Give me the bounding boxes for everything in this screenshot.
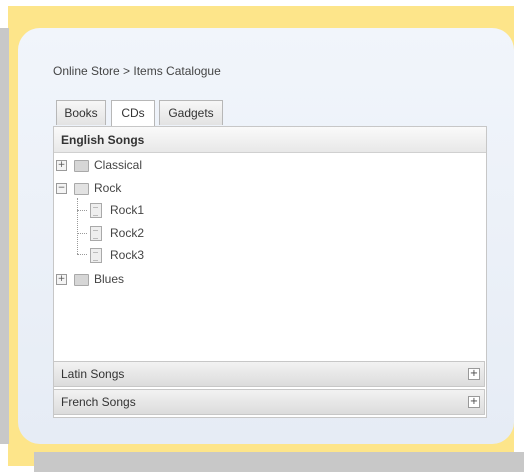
tree-item-label: Blues [94, 272, 125, 286]
tree-connector [77, 254, 87, 255]
folder-icon [74, 160, 89, 172]
document-icon [90, 248, 102, 263]
tab-gadgets[interactable]: Gadgets [159, 100, 223, 125]
document-icon [90, 226, 102, 241]
tree-connector [77, 210, 87, 211]
tree-item-label: Rock [94, 181, 122, 195]
gray-bottom-bar [34, 452, 524, 472]
expand-plus-icon[interactable]: + [468, 368, 480, 380]
tree-item-label: Classical [94, 158, 143, 172]
document-icon [90, 203, 102, 218]
expand-icon[interactable]: + [56, 274, 67, 285]
folder-icon [74, 274, 89, 286]
tree-connector [77, 233, 87, 234]
panel-title: English Songs [54, 127, 486, 153]
open-folder-icon [74, 183, 89, 195]
collapse-icon[interactable]: − [56, 183, 67, 194]
tab-cds[interactable]: CDs [111, 100, 155, 127]
expand-plus-icon[interactable]: + [468, 396, 480, 408]
accordion-label: Latin Songs [61, 367, 125, 381]
tree-item-label: Rock1 [110, 203, 145, 217]
accordion-latin-songs[interactable]: Latin Songs + [53, 361, 485, 387]
expand-icon[interactable]: + [56, 160, 67, 171]
tree-item-label: Rock3 [110, 248, 145, 262]
tab-books[interactable]: Books [56, 100, 106, 125]
tree-connector [77, 198, 78, 254]
accordion-french-songs[interactable]: French Songs + [53, 389, 485, 415]
breadcrumb: Online Store > Items Catalogue [53, 64, 221, 78]
accordion-label: French Songs [61, 395, 136, 409]
gray-side-bar [0, 28, 9, 444]
tree-item-label: Rock2 [110, 226, 145, 240]
